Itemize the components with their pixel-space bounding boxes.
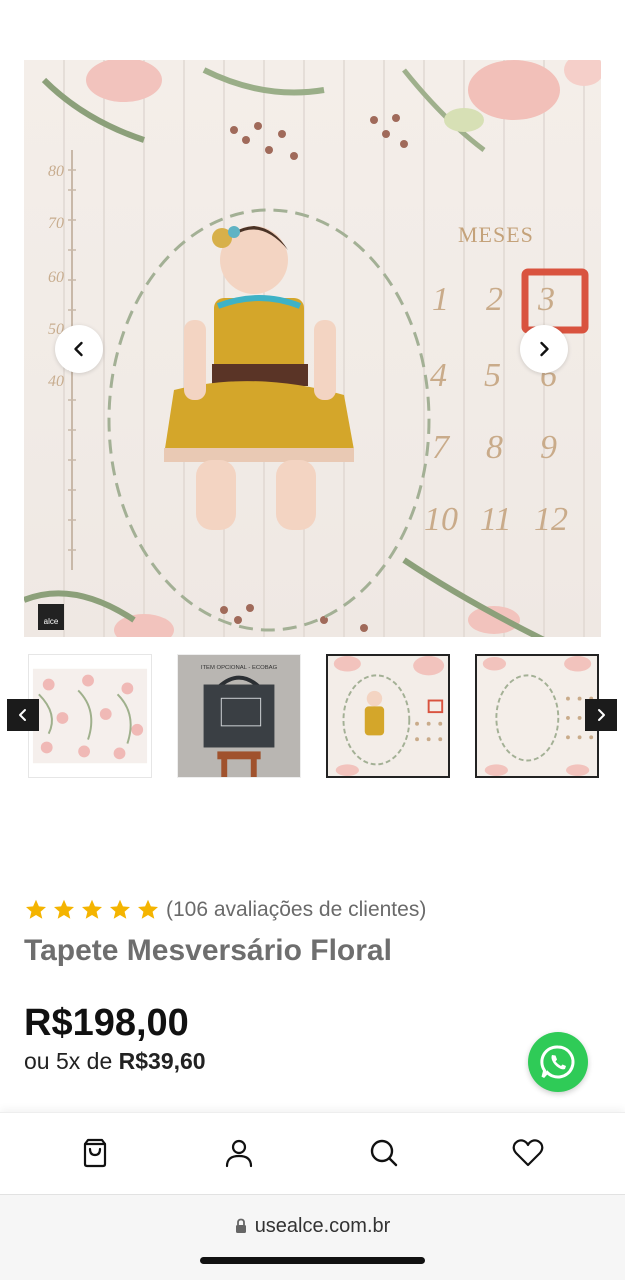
month-number: 2 bbox=[486, 281, 503, 318]
height-mark: 80 bbox=[48, 163, 64, 180]
reviews-count-link[interactable]: (106 avaliações de clientes) bbox=[166, 898, 426, 922]
month-number: 1 bbox=[432, 281, 449, 318]
home-indicator[interactable] bbox=[200, 1257, 425, 1264]
milestone-mat-photo: 80 70 60 50 40 MESES 1 2 3 4 5 6 7 8 9 1… bbox=[24, 60, 601, 637]
month-number: 3 bbox=[537, 281, 555, 318]
lock-icon bbox=[235, 1218, 246, 1233]
account-button[interactable] bbox=[221, 1135, 257, 1171]
month-number: 8 bbox=[486, 429, 503, 466]
star-icon bbox=[110, 899, 130, 919]
installments-info: ou 5x de R$39,60 bbox=[24, 1048, 206, 1075]
heart-icon bbox=[512, 1139, 544, 1167]
height-mark: 60 bbox=[48, 269, 64, 286]
chevron-left-icon bbox=[74, 341, 83, 357]
month-number: 5 bbox=[484, 357, 501, 394]
next-image-button[interactable] bbox=[520, 325, 568, 373]
thumbnail-strip: ITEM OPCIONAL - ECOBAG bbox=[0, 650, 625, 780]
month-number: 4 bbox=[430, 357, 447, 394]
thumbnail-ecobag[interactable]: ITEM OPCIONAL - ECOBAG bbox=[177, 654, 301, 778]
cart-button[interactable] bbox=[77, 1135, 113, 1171]
month-marker-frame bbox=[521, 268, 589, 334]
star-icon bbox=[54, 899, 74, 919]
brand-tag-text: alce bbox=[44, 617, 59, 626]
product-price: R$198,00 bbox=[24, 1002, 189, 1044]
product-rating[interactable]: (106 avaliações de clientes) bbox=[24, 896, 426, 924]
wishlist-button[interactable] bbox=[510, 1135, 546, 1171]
url-display[interactable]: usealce.com.br bbox=[0, 1215, 625, 1238]
thumbnails-next-button[interactable] bbox=[585, 699, 617, 731]
star-icon bbox=[138, 899, 158, 919]
star-rating bbox=[24, 898, 160, 922]
month-number: 10 bbox=[424, 501, 458, 538]
star-icon bbox=[82, 899, 102, 919]
thumbnail-full-mat[interactable] bbox=[475, 654, 599, 778]
month-number: 9 bbox=[540, 429, 557, 466]
thumbnail-caption: ITEM OPCIONAL - ECOBAG bbox=[201, 665, 278, 671]
browser-url-bar[interactable]: usealce.com.br bbox=[0, 1194, 625, 1280]
thumbnail-floral-fabric[interactable] bbox=[28, 654, 152, 778]
installments-value: R$39,60 bbox=[118, 1048, 206, 1074]
height-mark: 70 bbox=[48, 215, 64, 232]
chevron-right-icon bbox=[598, 709, 605, 721]
shopping-bag-icon bbox=[83, 1138, 107, 1168]
product-title: Tapete Mesversário Floral bbox=[24, 934, 392, 967]
thumbnails-prev-button[interactable] bbox=[7, 699, 39, 731]
chevron-right-icon bbox=[540, 341, 549, 357]
whatsapp-button[interactable] bbox=[528, 1032, 588, 1092]
previous-image-button[interactable] bbox=[55, 325, 103, 373]
month-number: 12 bbox=[534, 501, 568, 538]
url-text: usealce.com.br bbox=[254, 1215, 391, 1237]
chevron-left-icon bbox=[19, 709, 26, 721]
star-icon bbox=[26, 899, 46, 919]
baby-figure bbox=[164, 226, 354, 530]
bottom-navigation bbox=[0, 1112, 625, 1194]
user-icon bbox=[225, 1139, 253, 1168]
whatsapp-icon bbox=[540, 1045, 575, 1079]
installments-prefix: ou 5x de bbox=[24, 1048, 113, 1074]
product-main-image[interactable]: 80 70 60 50 40 MESES 1 2 3 4 5 6 7 8 9 1… bbox=[24, 60, 601, 637]
months-title: MESES bbox=[458, 222, 534, 247]
thumbnail-baby-photo[interactable] bbox=[326, 654, 450, 778]
month-number: 7 bbox=[432, 429, 451, 466]
month-number: 11 bbox=[480, 501, 511, 538]
height-mark: 40 bbox=[48, 373, 64, 390]
search-icon bbox=[370, 1139, 398, 1167]
search-button[interactable] bbox=[366, 1135, 402, 1171]
